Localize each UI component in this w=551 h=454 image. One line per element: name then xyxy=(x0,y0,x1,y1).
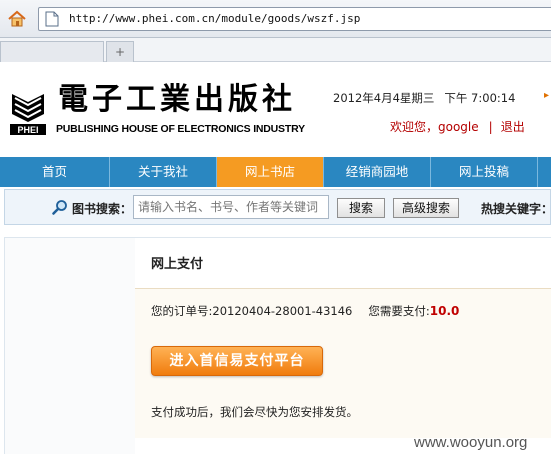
amount-label: 您需要支付: xyxy=(368,304,430,318)
enter-payment-platform-button[interactable]: 进入首信易支付平台 xyxy=(151,346,323,376)
home-icon[interactable] xyxy=(6,9,28,29)
page-title: 网上支付 xyxy=(151,257,204,272)
logout-link[interactable]: 退出 xyxy=(501,120,525,134)
order-number-label: 您的订单号: xyxy=(151,304,213,318)
publisher-logo[interactable]: PHEI 電子工業出版社 PUBLISHING HOUSE OF ELECTRO… xyxy=(8,82,305,136)
svg-text:PHEI: PHEI xyxy=(17,125,38,135)
site-header: PHEI 電子工業出版社 PUBLISHING HOUSE OF ELECTRO… xyxy=(0,62,551,156)
page-icon xyxy=(45,11,59,27)
advanced-search-button[interactable]: 高级搜索 xyxy=(393,198,459,218)
search-label: 图书搜索： xyxy=(72,202,133,216)
tab-strip: + xyxy=(0,38,551,62)
phei-book-icon: PHEI xyxy=(10,94,46,135)
new-tab-button[interactable]: + xyxy=(106,41,134,62)
welcome-text: 欢迎您，google xyxy=(390,120,479,134)
logo-english-name: PUBLISHING HOUSE OF ELECTRONICS INDUSTRY xyxy=(56,123,305,135)
nav-item-about[interactable]: 关于我社 xyxy=(110,157,217,187)
shipping-notice: 支付成功后，我们会尽快为您安排发货。 xyxy=(151,405,358,419)
payment-box: 您的订单号:20120404-28001-43146 您需要支付:10.0 进入首… xyxy=(135,288,551,438)
current-date: 2012年4月4星期三 xyxy=(333,91,435,105)
nav-item-submission[interactable]: 网上投稿 xyxy=(431,157,538,187)
browser-tab[interactable] xyxy=(0,41,104,62)
current-time: 下午 7:00:14 xyxy=(444,91,516,105)
hot-keywords-label: 热搜关键字： xyxy=(481,202,551,216)
left-column xyxy=(5,238,135,454)
edge-arrow-icon: ▸ xyxy=(544,90,550,101)
url-text: http://www.phei.com.cn/module/goods/wszf… xyxy=(69,12,361,25)
payment-panel: 网上支付 您的订单号:20120404-28001-43146 您需要支付:10.… xyxy=(4,237,551,454)
book-search-bar: 图书搜索： 搜索 高级搜索 热搜关键字： xyxy=(4,189,551,225)
nav-item-dealers[interactable]: 经销商园地 xyxy=(324,157,431,187)
nav-item-bookstore[interactable]: 网上书店 xyxy=(217,157,324,187)
user-welcome: 欢迎您，google | 退出 xyxy=(390,118,525,135)
logo-chinese-name: 電子工業出版社 xyxy=(58,82,296,117)
search-icon xyxy=(52,199,68,215)
welcome-separator: | xyxy=(488,120,493,134)
order-number: 20120404-28001-43146 xyxy=(212,304,353,318)
main-nav: 首页 关于我社 网上书店 经销商园地 网上投稿 xyxy=(0,157,551,187)
amount-due: 10.0 xyxy=(429,304,460,318)
current-datetime: 2012年4月4星期三 下午 7:00:14 xyxy=(333,90,515,106)
order-info: 您的订单号:20120404-28001-43146 您需要支付:10.0 xyxy=(151,303,459,319)
browser-address-bar: http://www.phei.com.cn/module/goods/wszf… xyxy=(0,0,551,38)
search-button[interactable]: 搜索 xyxy=(337,198,385,218)
search-input[interactable] xyxy=(133,195,329,219)
watermark: www.wooyun.org xyxy=(414,434,528,451)
url-input[interactable]: http://www.phei.com.cn/module/goods/wszf… xyxy=(38,7,551,31)
nav-item-home[interactable]: 首页 xyxy=(0,157,110,187)
